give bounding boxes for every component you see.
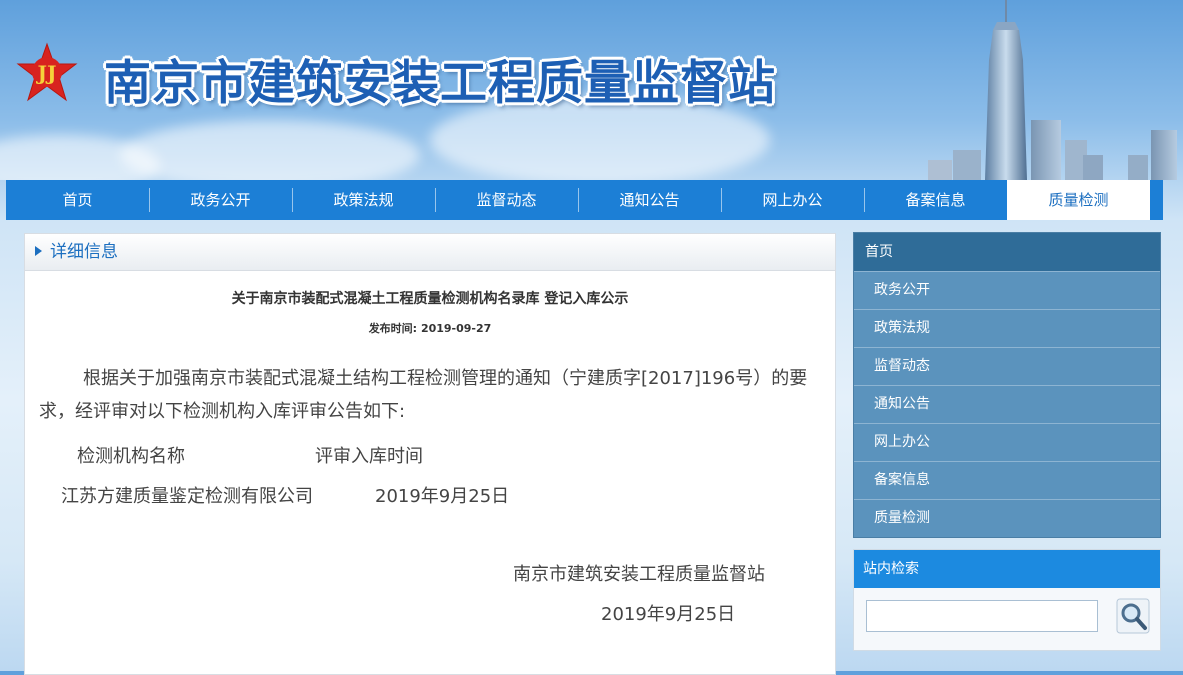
nav-item-online-office[interactable]: 网上办公 bbox=[721, 180, 864, 220]
station-logo-icon: JJ bbox=[16, 42, 78, 102]
signature-date: 2019年9月25日 bbox=[601, 604, 736, 625]
sidebar-item-notices[interactable]: 通知公告 bbox=[854, 385, 1160, 423]
article-title: 关于南京市装配式混凝土工程质量检测机构名录库 登记入库公示 bbox=[231, 291, 629, 307]
city-skyline-image bbox=[928, 0, 1177, 180]
section-label: 详细信息 bbox=[50, 242, 118, 262]
search-icon[interactable] bbox=[1116, 598, 1150, 634]
sidebar-menu: 首页 政务公开 政策法规 监督动态 通知公告 网上办公 备案信息 质量检测 bbox=[853, 232, 1161, 538]
table-header-name: 检测机构名称 bbox=[77, 446, 185, 467]
search-input[interactable] bbox=[866, 600, 1098, 632]
sidebar-item-supervision-news[interactable]: 监督动态 bbox=[854, 347, 1160, 385]
sidebar-item-filing-info[interactable]: 备案信息 bbox=[854, 461, 1160, 499]
triangle-right-icon bbox=[35, 246, 42, 256]
sidebar-item-home[interactable]: 首页 bbox=[854, 233, 1160, 271]
nav-item-home[interactable]: 首页 bbox=[6, 180, 149, 220]
signature-org: 南京市建筑安装工程质量监督站 bbox=[513, 564, 765, 585]
panel-header: 详细信息 bbox=[25, 234, 835, 271]
svg-text:JJ: JJ bbox=[36, 61, 57, 85]
nav-item-government-affairs[interactable]: 政务公开 bbox=[149, 180, 292, 220]
nav-item-policies[interactable]: 政策法规 bbox=[292, 180, 435, 220]
table-cell-org-name: 江苏方建质量鉴定检测有限公司 bbox=[61, 486, 313, 507]
sidebar-item-government-affairs[interactable]: 政务公开 bbox=[854, 271, 1160, 309]
site-header: JJ 南京市建筑安装工程质量监督站 bbox=[0, 0, 1183, 180]
nav-item-filing-info[interactable]: 备案信息 bbox=[864, 180, 1007, 220]
cloud-decoration bbox=[120, 120, 420, 180]
article-paragraph: 根据关于加强南京市装配式混凝土结构工程检测管理的通知（宁建质字[2017]196… bbox=[39, 368, 808, 422]
main-nav: 首页 政务公开 政策法规 监督动态 通知公告 网上办公 备案信息 质量检测 bbox=[6, 180, 1163, 220]
sidebar-item-policies[interactable]: 政策法规 bbox=[854, 309, 1160, 347]
article-panel: 详细信息 关于南京市装配式混凝土工程质量检测机构名录库 登记入库公示 发布时间:… bbox=[24, 233, 836, 675]
site-search-panel: 站内检索 bbox=[853, 549, 1161, 651]
article-date: 发布时间: 2019-09-27 bbox=[25, 320, 835, 336]
sidebar-item-online-office[interactable]: 网上办公 bbox=[854, 423, 1160, 461]
nav-item-supervision-news[interactable]: 监督动态 bbox=[435, 180, 578, 220]
sidebar-item-quality-testing[interactable]: 质量检测 bbox=[854, 499, 1160, 537]
nav-item-notices[interactable]: 通知公告 bbox=[578, 180, 721, 220]
date-value: 2019-09-27 bbox=[420, 322, 492, 335]
site-title: 南京市建筑安装工程质量监督站 bbox=[104, 56, 776, 111]
table-cell-review-date: 2019年9月25日 bbox=[375, 486, 510, 507]
search-title: 站内检索 bbox=[854, 550, 1160, 588]
table-header-date: 评审入库时间 bbox=[315, 446, 423, 467]
date-label: 发布时间: bbox=[368, 322, 418, 335]
nav-item-quality-testing[interactable]: 质量检测 bbox=[1007, 180, 1150, 220]
